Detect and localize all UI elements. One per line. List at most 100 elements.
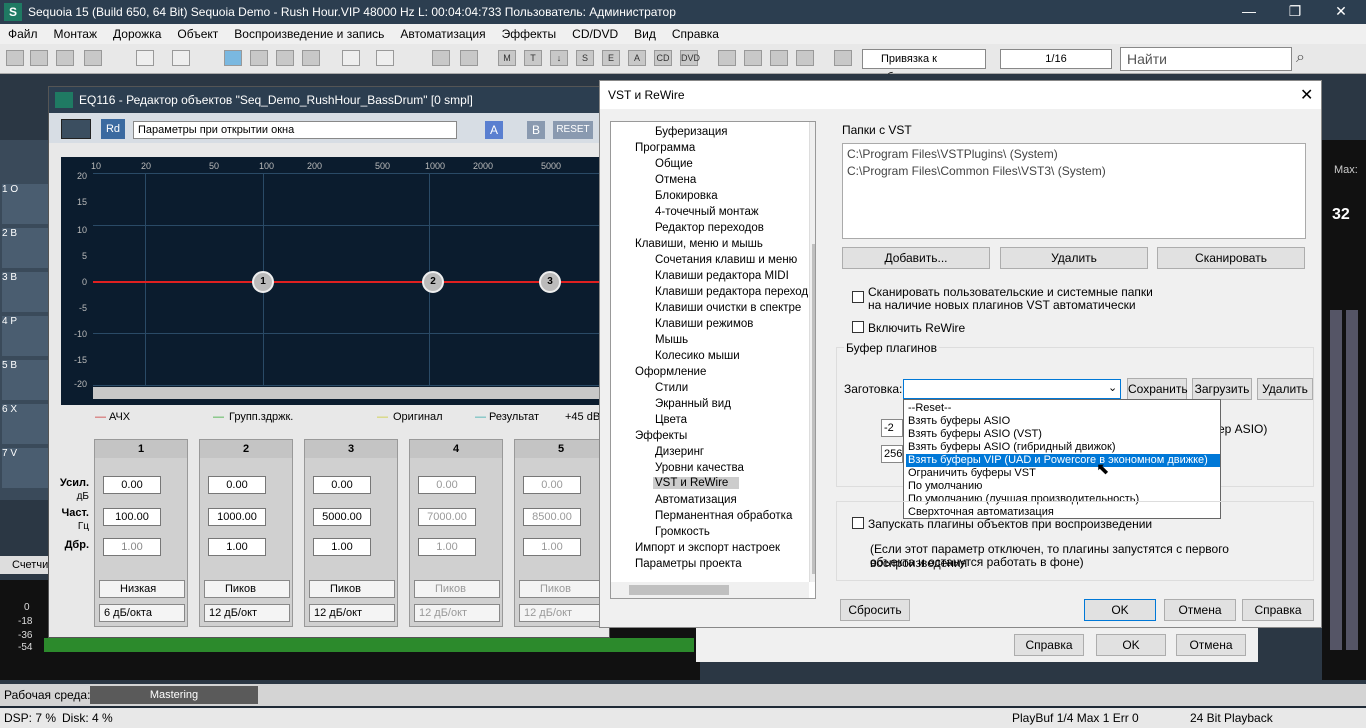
transport-icon[interactable] [718, 50, 736, 66]
help-button[interactable]: Справка [1242, 599, 1314, 621]
band-q-input[interactable]: 1.00 [103, 538, 161, 556]
band-gain-input[interactable]: 0.00 [313, 476, 371, 494]
reset-button[interactable]: RESET [553, 121, 593, 139]
menu-help[interactable]: Справка [664, 27, 727, 41]
tree-item[interactable]: Автоматизация [655, 494, 737, 506]
track-header[interactable]: 7 V [2, 448, 48, 488]
save-as-icon[interactable] [84, 50, 102, 66]
graph-scrollbar[interactable] [93, 387, 609, 399]
tree-item[interactable]: Дизеринг [655, 446, 704, 458]
marker-down-icon[interactable]: ↓ [550, 50, 568, 66]
tree-scroll-thumb[interactable] [812, 244, 815, 574]
tree-item[interactable]: Клавиши редактора MIDI [655, 270, 789, 282]
tree-item[interactable]: Экранный вид [655, 398, 731, 410]
preset-load-button[interactable]: Загрузить [1192, 378, 1252, 400]
remove-folder-button[interactable]: Удалить [1000, 247, 1148, 269]
tree-item[interactable]: 4-точечный монтаж [655, 206, 759, 218]
band-type-select[interactable]: Пиков [204, 580, 290, 598]
save-icon[interactable] [56, 50, 74, 66]
outer-ok-button[interactable]: OK [1096, 634, 1166, 656]
snap-icon[interactable] [834, 50, 852, 66]
preset-option[interactable]: Взять буферы ASIO (гибридный движок) [906, 441, 1220, 454]
eq-node[interactable]: 1 [252, 271, 274, 293]
tree-item[interactable]: Мышь [655, 334, 688, 346]
search-input[interactable]: Найти [1120, 47, 1292, 71]
range-tool-icon[interactable] [172, 50, 190, 66]
preset-delete-button[interactable]: Удалить [1257, 378, 1313, 400]
tree-horizontal-scrollbar[interactable] [611, 582, 809, 598]
add-folder-button[interactable]: Добавить... [842, 247, 990, 269]
marker-t-icon[interactable]: T [524, 50, 542, 66]
band-gain-input[interactable]: 0.00 [418, 476, 476, 494]
tree-item[interactable]: Программа [635, 142, 695, 154]
tree-item-selected[interactable]: VST и ReWire [653, 477, 739, 489]
preset-option[interactable]: Взять буферы ASIO (VST) [906, 428, 1220, 441]
band-gain-input[interactable]: 0.00 [523, 476, 581, 494]
tree-item[interactable]: Блокировка [655, 190, 718, 202]
tree-item[interactable]: Клавиши режимов [655, 318, 753, 330]
track-header[interactable]: 3 B [2, 272, 48, 312]
dialog-close-icon[interactable]: ✕ [1300, 85, 1313, 105]
band-type-select[interactable]: Низкая [99, 580, 185, 598]
menu-view[interactable]: Вид [626, 27, 664, 41]
maximize-button[interactable]: ❐ [1272, 0, 1318, 24]
tree-item[interactable]: Уровни качества [655, 462, 744, 474]
dvd-icon[interactable]: DVD [680, 50, 700, 66]
b-button[interactable]: B [527, 121, 545, 139]
band-q-input[interactable]: 1.00 [208, 538, 266, 556]
preset-option[interactable]: Взять буферы ASIO [906, 415, 1220, 428]
tree-item[interactable]: Редактор переходов [655, 222, 764, 234]
waveform-icon[interactable] [432, 50, 450, 66]
band-freq-input[interactable]: 100.00 [103, 508, 161, 526]
eq-node[interactable]: 2 [422, 271, 444, 293]
tree-item[interactable]: Общие [655, 158, 693, 170]
run-plugins-checkbox[interactable] [852, 517, 864, 529]
preset-option[interactable]: По умолчанию [906, 480, 1220, 493]
band-type-select[interactable]: Пиков [519, 580, 605, 598]
band-q-input[interactable]: 1.00 [313, 538, 371, 556]
eq-graph[interactable]: 10 20 50 100 200 500 1000 2000 5000 20 1… [61, 157, 609, 405]
tree-item[interactable]: Колесико мыши [655, 350, 740, 362]
menu-cd-dvd[interactable]: CD/DVD [564, 27, 626, 41]
preset-option[interactable]: --Reset-- [906, 402, 1220, 415]
tree-item[interactable]: Буферизация [655, 126, 728, 138]
band-slope-select[interactable]: 12 дБ/окт [414, 604, 500, 622]
vst-folder-item[interactable]: C:\Program Files\Common Files\VST3\ (Sys… [847, 163, 1301, 180]
tree-item[interactable]: Клавиши очистки в спектре [655, 302, 801, 314]
band-gain-input[interactable]: 0.00 [208, 476, 266, 494]
menu-playback[interactable]: Воспроизведение и запись [226, 27, 392, 41]
cancel-button[interactable]: Отмена [1164, 599, 1236, 621]
scissors-icon[interactable] [250, 50, 268, 66]
preset-option[interactable]: Ограничить буферы VST [906, 467, 1220, 480]
rewire-checkbox[interactable] [852, 321, 864, 333]
tree-vertical-scrollbar[interactable] [809, 122, 815, 582]
search-icon[interactable]: ⌕ [1296, 49, 1316, 69]
preset-select[interactable]: ⌄ [903, 379, 1121, 399]
reset-settings-button[interactable]: Сбросить [840, 599, 910, 621]
band-q-input[interactable]: 1.00 [523, 538, 581, 556]
eq-curve-icon[interactable] [61, 119, 91, 139]
scan-button[interactable]: Сканировать [1157, 247, 1305, 269]
cut-tool-icon[interactable] [224, 50, 242, 66]
tree-item[interactable]: Сочетания клавиш и меню [655, 254, 797, 266]
pointer-tool-icon[interactable] [136, 50, 154, 66]
preset-save-button[interactable]: Сохранить [1127, 378, 1188, 400]
tree-item[interactable]: Оформление [635, 366, 706, 378]
band-freq-input[interactable]: 7000.00 [418, 508, 476, 526]
eq-preset-select[interactable]: Параметры при открытии окна [133, 121, 457, 139]
vst-folders-list[interactable]: C:\Program Files\VSTPlugins\ (System) C:… [842, 143, 1306, 239]
open-file-icon[interactable] [30, 50, 48, 66]
move-icon[interactable] [770, 50, 788, 66]
marker-e-icon[interactable]: E [602, 50, 620, 66]
track-header[interactable]: 1 O [2, 184, 48, 224]
scan-auto-checkbox[interactable] [852, 291, 864, 303]
band-gain-input[interactable]: 0.00 [103, 476, 161, 494]
band-slope-select[interactable]: 12 дБ/окт [204, 604, 290, 622]
marker-s-icon[interactable]: S [576, 50, 594, 66]
buffer-size-input[interactable]: 256 [881, 445, 903, 463]
a-button[interactable]: A [485, 121, 503, 139]
menu-automation[interactable]: Автоматизация [392, 27, 493, 41]
band-slope-select[interactable]: 6 дБ/окта [99, 604, 185, 622]
band-type-select[interactable]: Пиков [309, 580, 395, 598]
track-header[interactable]: 5 B [2, 360, 48, 400]
